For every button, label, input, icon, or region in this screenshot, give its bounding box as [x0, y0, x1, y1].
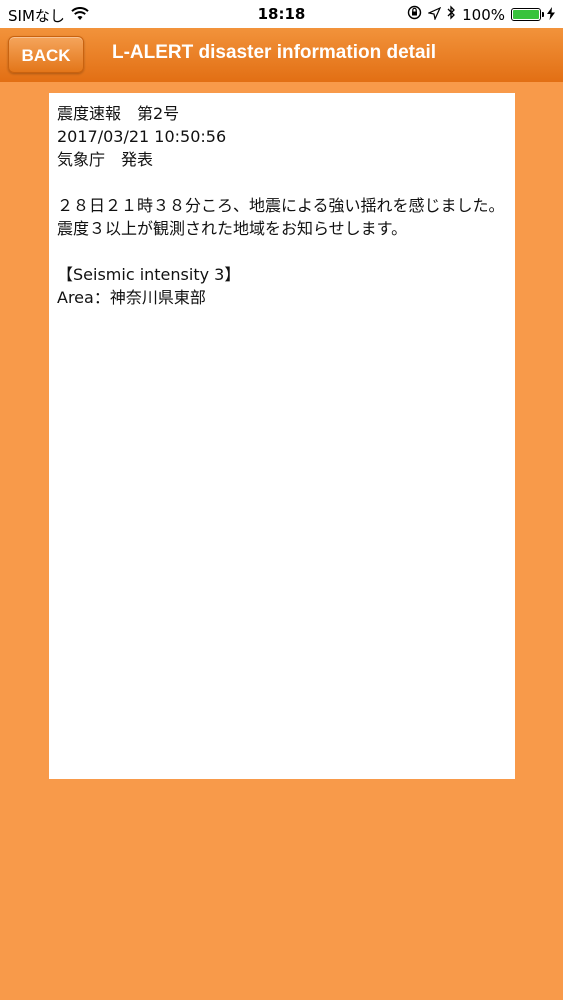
- back-button[interactable]: BACK: [8, 36, 84, 73]
- location-arrow-icon: [427, 6, 442, 24]
- battery-percent: 100%: [462, 5, 505, 24]
- rotation-lock-icon: [407, 5, 422, 24]
- nav-bar: BACK L-ALERT disaster information detail: [0, 28, 563, 82]
- status-right: 100%: [407, 5, 555, 24]
- report-heading: 震度速報 第2号: [57, 104, 180, 123]
- intensity-label: 【Seismic intensity 3】: [57, 265, 241, 284]
- detail-panel: 震度速報 第2号 2017/03/21 10:50:56 気象庁 発表 ２８日２…: [49, 93, 515, 779]
- report-body: ２８日２１時３８分ころ、地震による強い揺れを感じました。震度３以上が観測された地…: [57, 196, 505, 238]
- page-title: L-ALERT disaster information detail: [112, 42, 437, 63]
- bluetooth-icon: [447, 5, 456, 24]
- battery-fill: [513, 10, 539, 19]
- area-label: Area：神奈川県東部: [57, 288, 206, 307]
- battery-icon: [511, 8, 544, 21]
- charging-bolt-icon: [547, 6, 555, 24]
- status-bar: SIMなし 18:18 100%: [0, 0, 563, 28]
- report-issuer: 気象庁 発表: [57, 150, 154, 169]
- report-datetime: 2017/03/21 10:50:56: [57, 127, 227, 146]
